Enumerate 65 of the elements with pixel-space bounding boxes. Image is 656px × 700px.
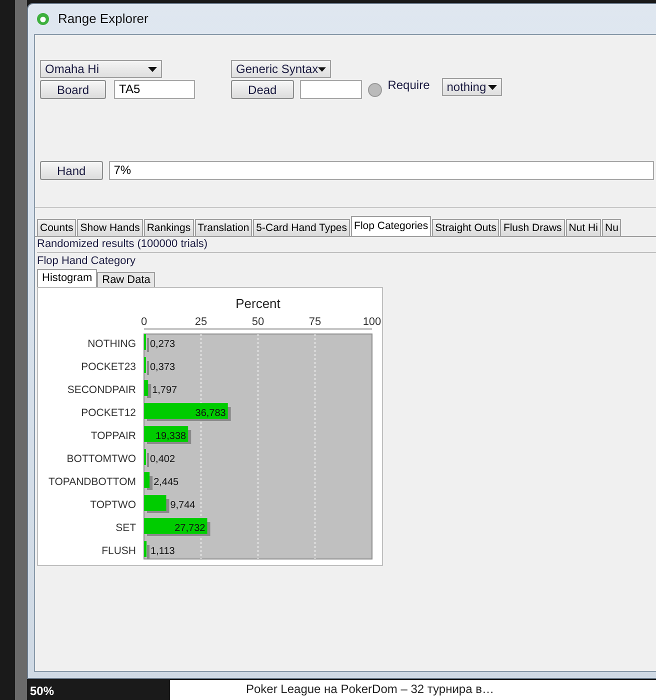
value-label: 27,732	[174, 523, 206, 534]
hand-button[interactable]: Hand	[40, 161, 103, 180]
bar	[144, 495, 166, 511]
bar	[144, 541, 147, 557]
caret-icon	[488, 84, 497, 90]
category-label: SET	[116, 522, 136, 534]
require-select[interactable]: nothing	[442, 78, 502, 96]
board-field[interactable]: TA5	[114, 80, 196, 99]
value-label: 9,744	[170, 500, 196, 511]
value-label: 36,783	[195, 408, 226, 419]
tab[interactable]: Rankings	[144, 219, 194, 236]
category-label: TOPANDBOTTOM	[48, 476, 136, 488]
value-label: 1,113	[150, 546, 175, 557]
axis-tick-label: 0	[140, 316, 148, 328]
tab[interactable]: Counts	[37, 219, 76, 236]
results-note: Randomized results (100000 trials)	[37, 237, 656, 253]
value-label: 19,338	[156, 431, 186, 442]
zoom-label: 50%	[30, 683, 54, 700]
axis-tick-label: 25	[194, 316, 208, 328]
axis-tick-label: 50	[252, 316, 264, 328]
require-label: Require	[388, 77, 430, 94]
dead-field[interactable]	[300, 80, 362, 99]
category-label: POCKET23	[81, 361, 136, 373]
app-logo-icon	[36, 12, 50, 26]
bar	[144, 518, 208, 534]
tab[interactable]: Show Hands	[77, 219, 143, 236]
section-title: Flop Hand Category	[37, 254, 136, 269]
category-label: SECONDPAIR	[67, 384, 136, 396]
tab[interactable]: Translation	[194, 219, 252, 236]
category-label: TOPPAIR	[90, 430, 136, 442]
require-radio[interactable]	[368, 83, 382, 97]
tab[interactable]: Raw Data	[97, 272, 156, 287]
tab[interactable]: Nut Hi	[566, 219, 601, 236]
bar	[144, 472, 150, 488]
tab[interactable]: Straight Outs	[432, 219, 500, 236]
axis-tick-label: 100	[362, 316, 382, 328]
value-label: 0,273	[150, 339, 176, 350]
board-button[interactable]: Board	[40, 80, 106, 99]
bar-shadow	[147, 545, 150, 559]
value-label: 2,445	[154, 477, 179, 488]
value-label: 0,373	[150, 362, 176, 373]
axis-tick-label: 75	[308, 316, 322, 328]
category-label: FLUSH	[102, 545, 136, 557]
dead-button[interactable]: Dead	[231, 80, 294, 99]
window-title: Range Explorer	[58, 10, 148, 28]
value-label: 0,402	[150, 454, 176, 465]
category-label: NOTHING	[88, 338, 136, 350]
category-label: POCKET12	[81, 407, 136, 419]
value-label: 1,797	[152, 385, 178, 396]
caret-icon	[318, 66, 326, 72]
hand-field[interactable]: 7%	[108, 161, 654, 180]
game-select[interactable]: Omaha Hi	[40, 60, 162, 78]
tab[interactable]: Flop Categories	[351, 216, 432, 236]
bar	[144, 380, 148, 396]
category-label: TOPTWO	[90, 499, 136, 511]
caret-icon	[148, 66, 157, 72]
syntax-select[interactable]: Generic Syntax	[231, 60, 332, 78]
bar	[144, 426, 188, 442]
tab[interactable]: 5-Card Hand Types	[253, 219, 350, 236]
news-headline: Poker League на PokerDom – 32 турнира в…	[246, 681, 494, 698]
tab[interactable]: Nu	[602, 219, 622, 236]
category-label: BOTTOMTWO	[66, 453, 136, 465]
tab[interactable]: Flush Draws	[500, 219, 565, 236]
chart-title: Percent	[236, 296, 280, 311]
tab[interactable]: Histogram	[37, 269, 98, 287]
